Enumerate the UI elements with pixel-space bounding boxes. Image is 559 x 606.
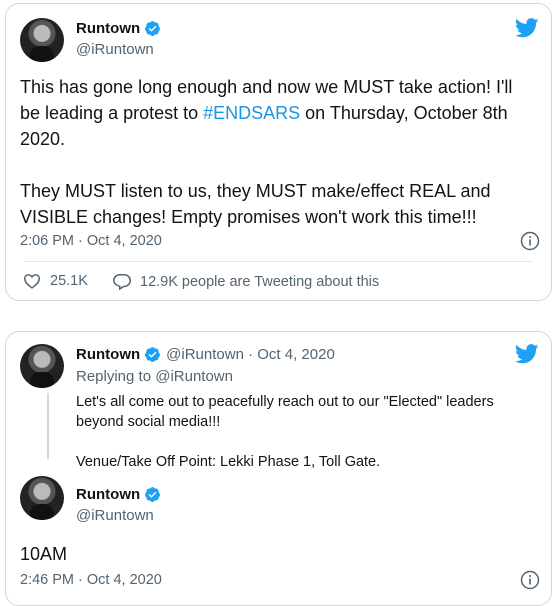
divider	[24, 261, 533, 262]
tweet-body: 10AM	[20, 544, 68, 564]
tweet-timestamp[interactable]: 2:46 PM · Oct 4, 2020	[20, 572, 162, 588]
twitter-bird-icon[interactable]	[515, 344, 539, 364]
conversation-count: 12.9K people are Tweeting about this	[140, 273, 380, 290]
reply-body: Let's all come out to peacefully reach o…	[76, 392, 536, 472]
tweet-line: 2020.	[20, 129, 66, 149]
author-name[interactable]: Runtown	[76, 20, 140, 37]
tweet-text-segment: on Thursday, October 8th	[300, 103, 508, 123]
tweet-line: be leading a protest to #ENDSARS on Thur…	[20, 100, 545, 126]
author-handle[interactable]: @iRuntown	[76, 507, 154, 524]
reply-line: Venue/Take Off Point: Lekki Phase 1, Tol…	[76, 454, 381, 470]
tweet-line: VISIBLE changes! Empty promises won't wo…	[20, 207, 477, 227]
reply-author-row[interactable]: Runtown @iRuntown · Oct 4, 2020	[76, 346, 335, 363]
like-action[interactable]: 25.1K	[23, 273, 88, 289]
twitter-bird-icon[interactable]	[515, 18, 539, 38]
author-name-row[interactable]: Runtown	[76, 486, 161, 503]
tweet-timestamp[interactable]: 2:06 PM · Oct 4, 2020	[20, 233, 162, 249]
reply-line: beyond social media!!!	[76, 414, 221, 430]
info-icon[interactable]	[520, 231, 540, 251]
handle-and-date[interactable]: @iRuntown · Oct 4, 2020	[166, 346, 335, 363]
heart-icon[interactable]	[23, 273, 41, 289]
thread-connector-line	[47, 393, 49, 459]
replying-to[interactable]: Replying to @iRuntown	[76, 368, 233, 385]
verified-badge-icon	[145, 347, 161, 362]
tweet-line: They MUST listen to us, they MUST make/e…	[20, 181, 491, 201]
hashtag-link[interactable]: #ENDSARS	[203, 103, 300, 123]
info-icon[interactable]	[520, 570, 540, 590]
avatar[interactable]	[20, 18, 64, 62]
author-name[interactable]: Runtown	[76, 346, 140, 363]
tweet-text-segment: be leading a protest to	[20, 103, 204, 123]
author-name-row[interactable]: Runtown	[76, 20, 161, 37]
reply-bubble-icon[interactable]	[113, 273, 131, 290]
like-count: 25.1K	[50, 273, 88, 289]
tweet-line: This has gone long enough and now we MUS…	[20, 77, 513, 97]
avatar[interactable]	[20, 476, 64, 520]
verified-badge-icon	[145, 487, 161, 502]
tweet-card-1[interactable]: Runtown @iRuntown This has gone long eno…	[5, 3, 552, 301]
author-handle[interactable]: @iRuntown	[76, 41, 154, 58]
author-name[interactable]: Runtown	[76, 486, 140, 503]
avatar[interactable]	[20, 344, 64, 388]
verified-badge-icon	[145, 21, 161, 36]
conversation-action[interactable]: 12.9K people are Tweeting about this	[113, 273, 379, 290]
tweet-card-2[interactable]: Runtown @iRuntown · Oct 4, 2020 Replying…	[5, 331, 552, 606]
reply-line: Let's all come out to peacefully reach o…	[76, 394, 494, 410]
tweet-body: This has gone long enough and now we MUS…	[20, 74, 545, 230]
